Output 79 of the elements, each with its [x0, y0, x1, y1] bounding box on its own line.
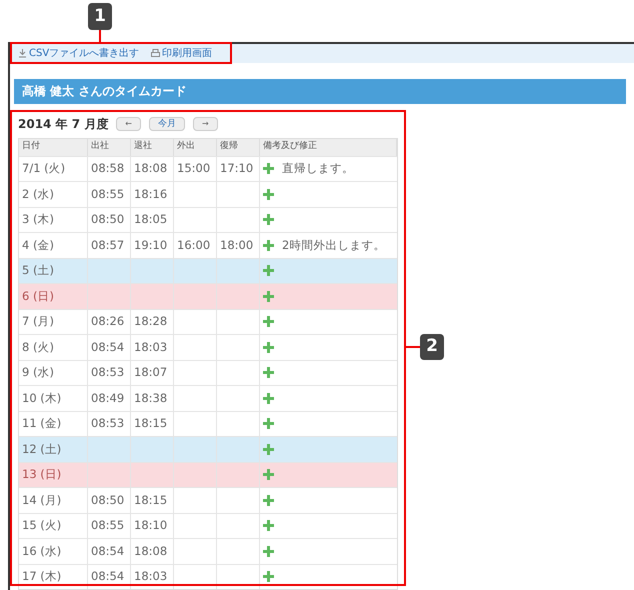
- table-cell: 18:03: [134, 568, 168, 586]
- table-cell: 08:55: [91, 186, 124, 203]
- table-cell: 18:00: [220, 236, 254, 254]
- table-cell: 7/1 (火): [22, 160, 66, 178]
- add-icon[interactable]: [263, 290, 274, 302]
- table-cell: 18:16: [134, 186, 168, 203]
- add-icon[interactable]: [263, 546, 274, 557]
- add-icon[interactable]: [263, 240, 274, 251]
- table-cell: 18:28: [134, 313, 168, 330]
- table-cell: 2 (水): [22, 186, 54, 203]
- callout-badge: 2: [420, 334, 444, 360]
- table-cell: 17:10: [220, 160, 254, 178]
- add-icon[interactable]: [263, 163, 274, 174]
- table-cell: 4 (金): [22, 236, 54, 254]
- table-cell: 08:54: [91, 568, 124, 586]
- table-cell: 08:54: [91, 542, 124, 560]
- add-icon[interactable]: [263, 316, 274, 328]
- table-cell: 08:55: [91, 517, 124, 534]
- add-icon[interactable]: [263, 214, 274, 226]
- add-icon[interactable]: [263, 418, 274, 430]
- add-icon[interactable]: [263, 494, 274, 506]
- callout-badge: 1: [88, 3, 112, 30]
- table-cell: 3 (木): [22, 211, 54, 228]
- add-icon[interactable]: [263, 469, 274, 480]
- table-cell: 5 (土): [22, 262, 54, 280]
- download-icon: [18, 48, 27, 58]
- current-month-button[interactable]: 今月: [148, 116, 185, 131]
- add-icon[interactable]: [263, 265, 274, 276]
- add-icon[interactable]: [263, 520, 274, 532]
- month-heading: 2014 年 7 月度: [18, 116, 108, 133]
- table-cell: 6 (日): [22, 288, 54, 305]
- table-cell: 12 (土): [22, 440, 62, 458]
- table-cell: 9 (水): [22, 364, 54, 382]
- table-cell: 13 (日): [22, 466, 62, 484]
- table-cell: 08:57: [91, 236, 124, 254]
- table-cell: 10 (木): [22, 390, 62, 407]
- table-cell: 18:15: [134, 492, 168, 509]
- toolbar-link[interactable]: 印刷用画面: [151, 46, 212, 61]
- next-month-button[interactable]: →: [192, 116, 218, 131]
- table-cell: 08:50: [91, 211, 124, 228]
- table-cell: 08:26: [91, 313, 124, 330]
- table-cell: 08:53: [91, 415, 124, 432]
- table-cell: 08:49: [91, 390, 124, 407]
- table-cell: 08:50: [91, 492, 124, 509]
- toolbar-link[interactable]: CSVファイルへ書き出す: [18, 46, 140, 61]
- table-cell: 16 (水): [22, 542, 62, 560]
- table-cell: 15 (火): [22, 517, 62, 534]
- previous-month-button[interactable]: ←: [116, 116, 141, 131]
- callout-line: [406, 346, 420, 348]
- table-cell: 18:03: [134, 338, 168, 356]
- table-cell: 16:00: [177, 236, 210, 254]
- table-cell: 8 (火): [22, 338, 54, 356]
- table-cell: 18:05: [134, 211, 168, 228]
- page-title: 高橋 健太 さんのタイムカード: [14, 78, 626, 104]
- table-cell: 18:10: [134, 517, 168, 534]
- table-cell: 15:00: [177, 160, 210, 178]
- add-icon[interactable]: [263, 367, 274, 378]
- add-icon[interactable]: [263, 392, 274, 404]
- table-cell: 18:38: [134, 390, 168, 407]
- table-cell: 08:54: [91, 338, 124, 356]
- note-text: 直帰します。: [282, 160, 354, 178]
- table-cell: 11 (金): [22, 415, 62, 432]
- table-cell: 18:08: [134, 160, 168, 178]
- table-cell: 08:58: [91, 160, 124, 178]
- add-icon[interactable]: [263, 444, 274, 455]
- table-cell: 08:53: [91, 364, 124, 382]
- table-cell: 18:15: [134, 415, 168, 432]
- add-icon[interactable]: [263, 571, 274, 582]
- add-icon[interactable]: [263, 188, 274, 200]
- table-cell: 14 (月): [22, 492, 62, 509]
- note-text: 2時間外出します。: [282, 236, 386, 254]
- printer-icon: [151, 48, 160, 58]
- table-cell: 18:07: [134, 364, 168, 382]
- table-cell: 19:10: [134, 236, 168, 254]
- table-cell: 18:08: [134, 542, 168, 560]
- table-cell: 17 (木): [22, 568, 62, 586]
- add-icon[interactable]: [263, 342, 274, 353]
- table-cell: 7 (月): [22, 313, 54, 330]
- callout-line: [99, 30, 101, 42]
